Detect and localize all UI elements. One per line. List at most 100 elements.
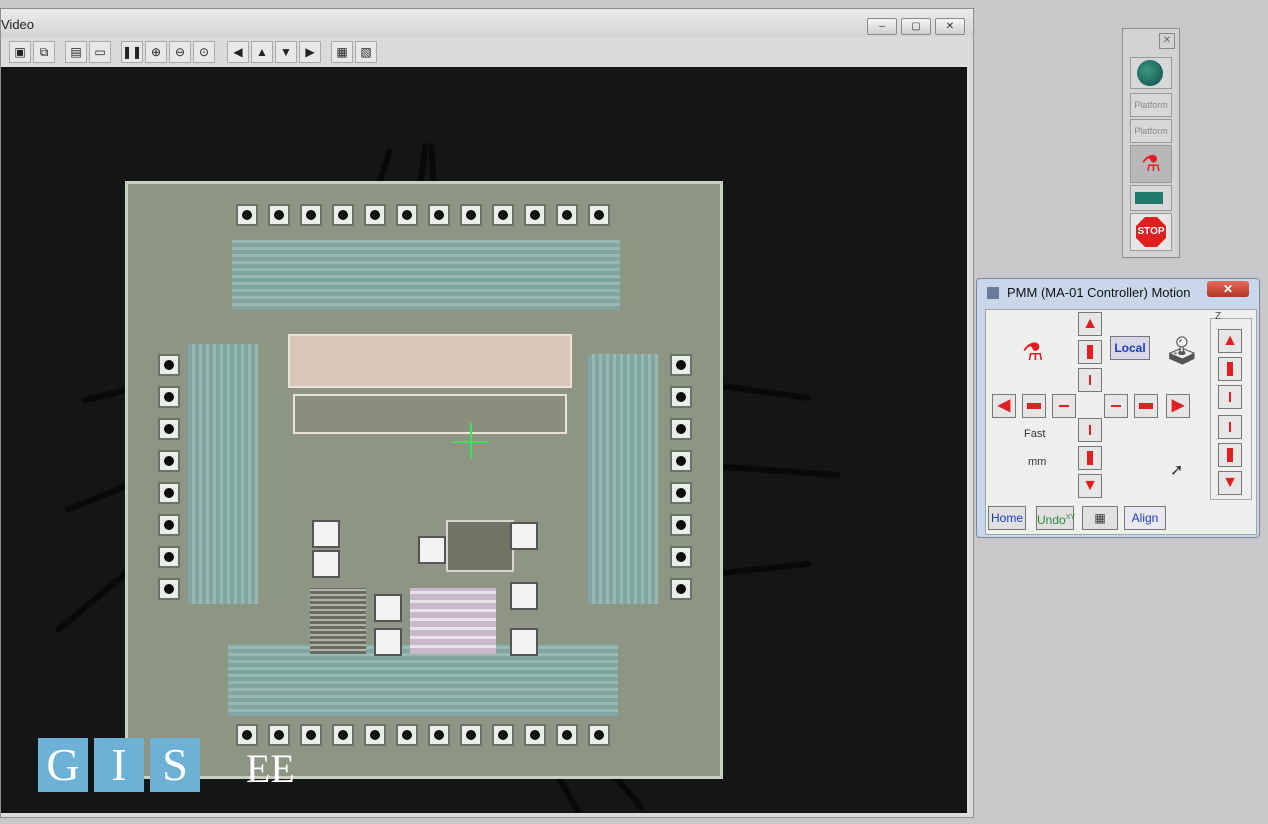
capture-button[interactable]: ▦ [331,41,353,63]
arrow-down-icon: ▼ [1082,477,1098,494]
bond-pad [460,204,482,226]
x-right-step-button[interactable] [1134,394,1158,418]
grid-button[interactable]: ▦ [1082,506,1118,530]
align-button[interactable]: Align [1124,506,1166,530]
bond-pad [588,724,610,746]
y-down-small-button[interactable] [1078,418,1102,442]
left-circuit-block [188,344,258,604]
microscope-icon: ⚗ [1141,151,1161,176]
y-down-step-button[interactable] [1078,446,1102,470]
pink-circuit-block [288,334,572,388]
undo-xy-label: XY [1065,514,1076,521]
globe-button[interactable] [1130,57,1172,89]
z-up-small-button[interactable] [1218,385,1242,409]
pan-right-button[interactable]: ▶ [299,41,321,63]
arrow-left-icon: ◀ [233,45,243,59]
z-down-fast-button[interactable]: ▼ [1218,471,1242,495]
right-circuit-block [588,354,658,604]
platform-button[interactable]: Platform [1130,119,1172,143]
window-title: Video [1,17,35,32]
undo-button[interactable]: UndoXY [1036,506,1076,530]
bond-pad [396,204,418,226]
z-up-fast-button[interactable]: ▲ [1218,329,1242,353]
bond-pad [670,578,692,600]
zoom-out-button[interactable]: ⊖ [169,41,191,63]
minimize-button[interactable]: – [867,18,897,35]
x-left-fast-button[interactable]: ◀ [992,394,1016,418]
unit-label: mm [1028,456,1047,468]
z-down-step-button[interactable] [1218,443,1242,467]
y-up-small-button[interactable] [1078,368,1102,392]
speed-label: Fast [1024,428,1046,440]
platform-button[interactable]: Platform [1130,93,1172,117]
close-icon: ✕ [1162,35,1172,46]
capture-icon: ▦ [336,45,348,59]
bond-pad [332,204,354,226]
frame-button[interactable]: ▭ [89,41,111,63]
microscope-icon: ⚗ [1022,339,1044,366]
test-pad [510,628,538,656]
x-right-small-button[interactable] [1104,394,1128,418]
pause-button[interactable]: ❚❚ [121,41,143,63]
overlay-button[interactable]: ▧ [355,41,377,63]
video-viewport[interactable] [1,67,967,813]
save-button[interactable]: ▣ [9,41,31,63]
bond-pad [300,204,322,226]
bond-pad [300,724,322,746]
z-up-step-button[interactable] [1218,357,1242,381]
y-up-fast-button[interactable]: ▲ [1078,312,1102,336]
home-button[interactable]: Home [988,506,1026,530]
zoom-fit-button[interactable]: ⊙ [193,41,215,63]
microscope-button[interactable]: ⚗ [1130,145,1172,183]
capacitor-array [310,588,366,654]
properties-button[interactable]: ▤ [65,41,87,63]
bond-pad [428,204,450,226]
maximize-button[interactable]: ▢ [901,18,931,35]
stop-button[interactable]: STOP [1130,213,1172,251]
tool-palette: ✕ Platform Platform ⚗ STOP [1122,28,1180,258]
stage-icon [1135,192,1163,204]
copy-button[interactable]: ⧉ [33,41,55,63]
local-label: Local [1114,341,1146,355]
overlay-icon: ▧ [360,45,372,59]
close-button[interactable]: ✕ [935,18,965,35]
pan-down-button[interactable]: ▼ [275,41,297,63]
palette-close-button[interactable]: ✕ [1159,33,1175,49]
bond-pad [158,386,180,408]
zoom-in-button[interactable]: ⊕ [145,41,167,63]
motion-close-button[interactable]: ✕ [1207,281,1249,297]
frame-icon: ▭ [94,45,106,59]
pan-left-button[interactable]: ◀ [227,41,249,63]
stage-button[interactable] [1130,185,1172,211]
arrow-down-icon: ▼ [1222,474,1238,491]
video-toolbar: ▣ ⧉ ▤ ▭ ❚❚ ⊕ ⊖ ⊙ ◀ ▲ ▼ ▶ ▦ ▧ [1,39,973,65]
bond-pad [268,204,290,226]
x-left-small-button[interactable] [1052,394,1076,418]
logo-letter: I [94,738,144,792]
bond-pad [492,204,514,226]
bond-pad [492,724,514,746]
top-circuit-block [232,240,620,310]
arrow-up-icon: ▲ [256,45,268,59]
bond-pad [158,482,180,504]
center-cell [446,520,514,572]
z-down-small-button[interactable] [1218,415,1242,439]
x-right-fast-button[interactable]: ▶ [1166,394,1190,418]
x-left-step-button[interactable] [1022,394,1046,418]
grid-icon: ▦ [1094,511,1106,525]
pan-up-button[interactable]: ▲ [251,41,273,63]
bond-pad [158,514,180,536]
test-pad [374,628,402,656]
local-button[interactable]: Local [1110,336,1150,360]
zoom-fit-icon: ⊙ [198,45,210,59]
bond-pad [428,724,450,746]
bond-pad [588,204,610,226]
arrow-up-icon: ▲ [1082,315,1098,332]
y-up-step-button[interactable] [1078,340,1102,364]
titlebar[interactable]: Video – ▢ ✕ [1,9,973,37]
bond-pad [158,450,180,472]
arrow-up-icon: ▲ [1222,332,1238,349]
bond-pad [670,546,692,568]
y-down-fast-button[interactable]: ▼ [1078,474,1102,498]
test-pad [374,594,402,622]
